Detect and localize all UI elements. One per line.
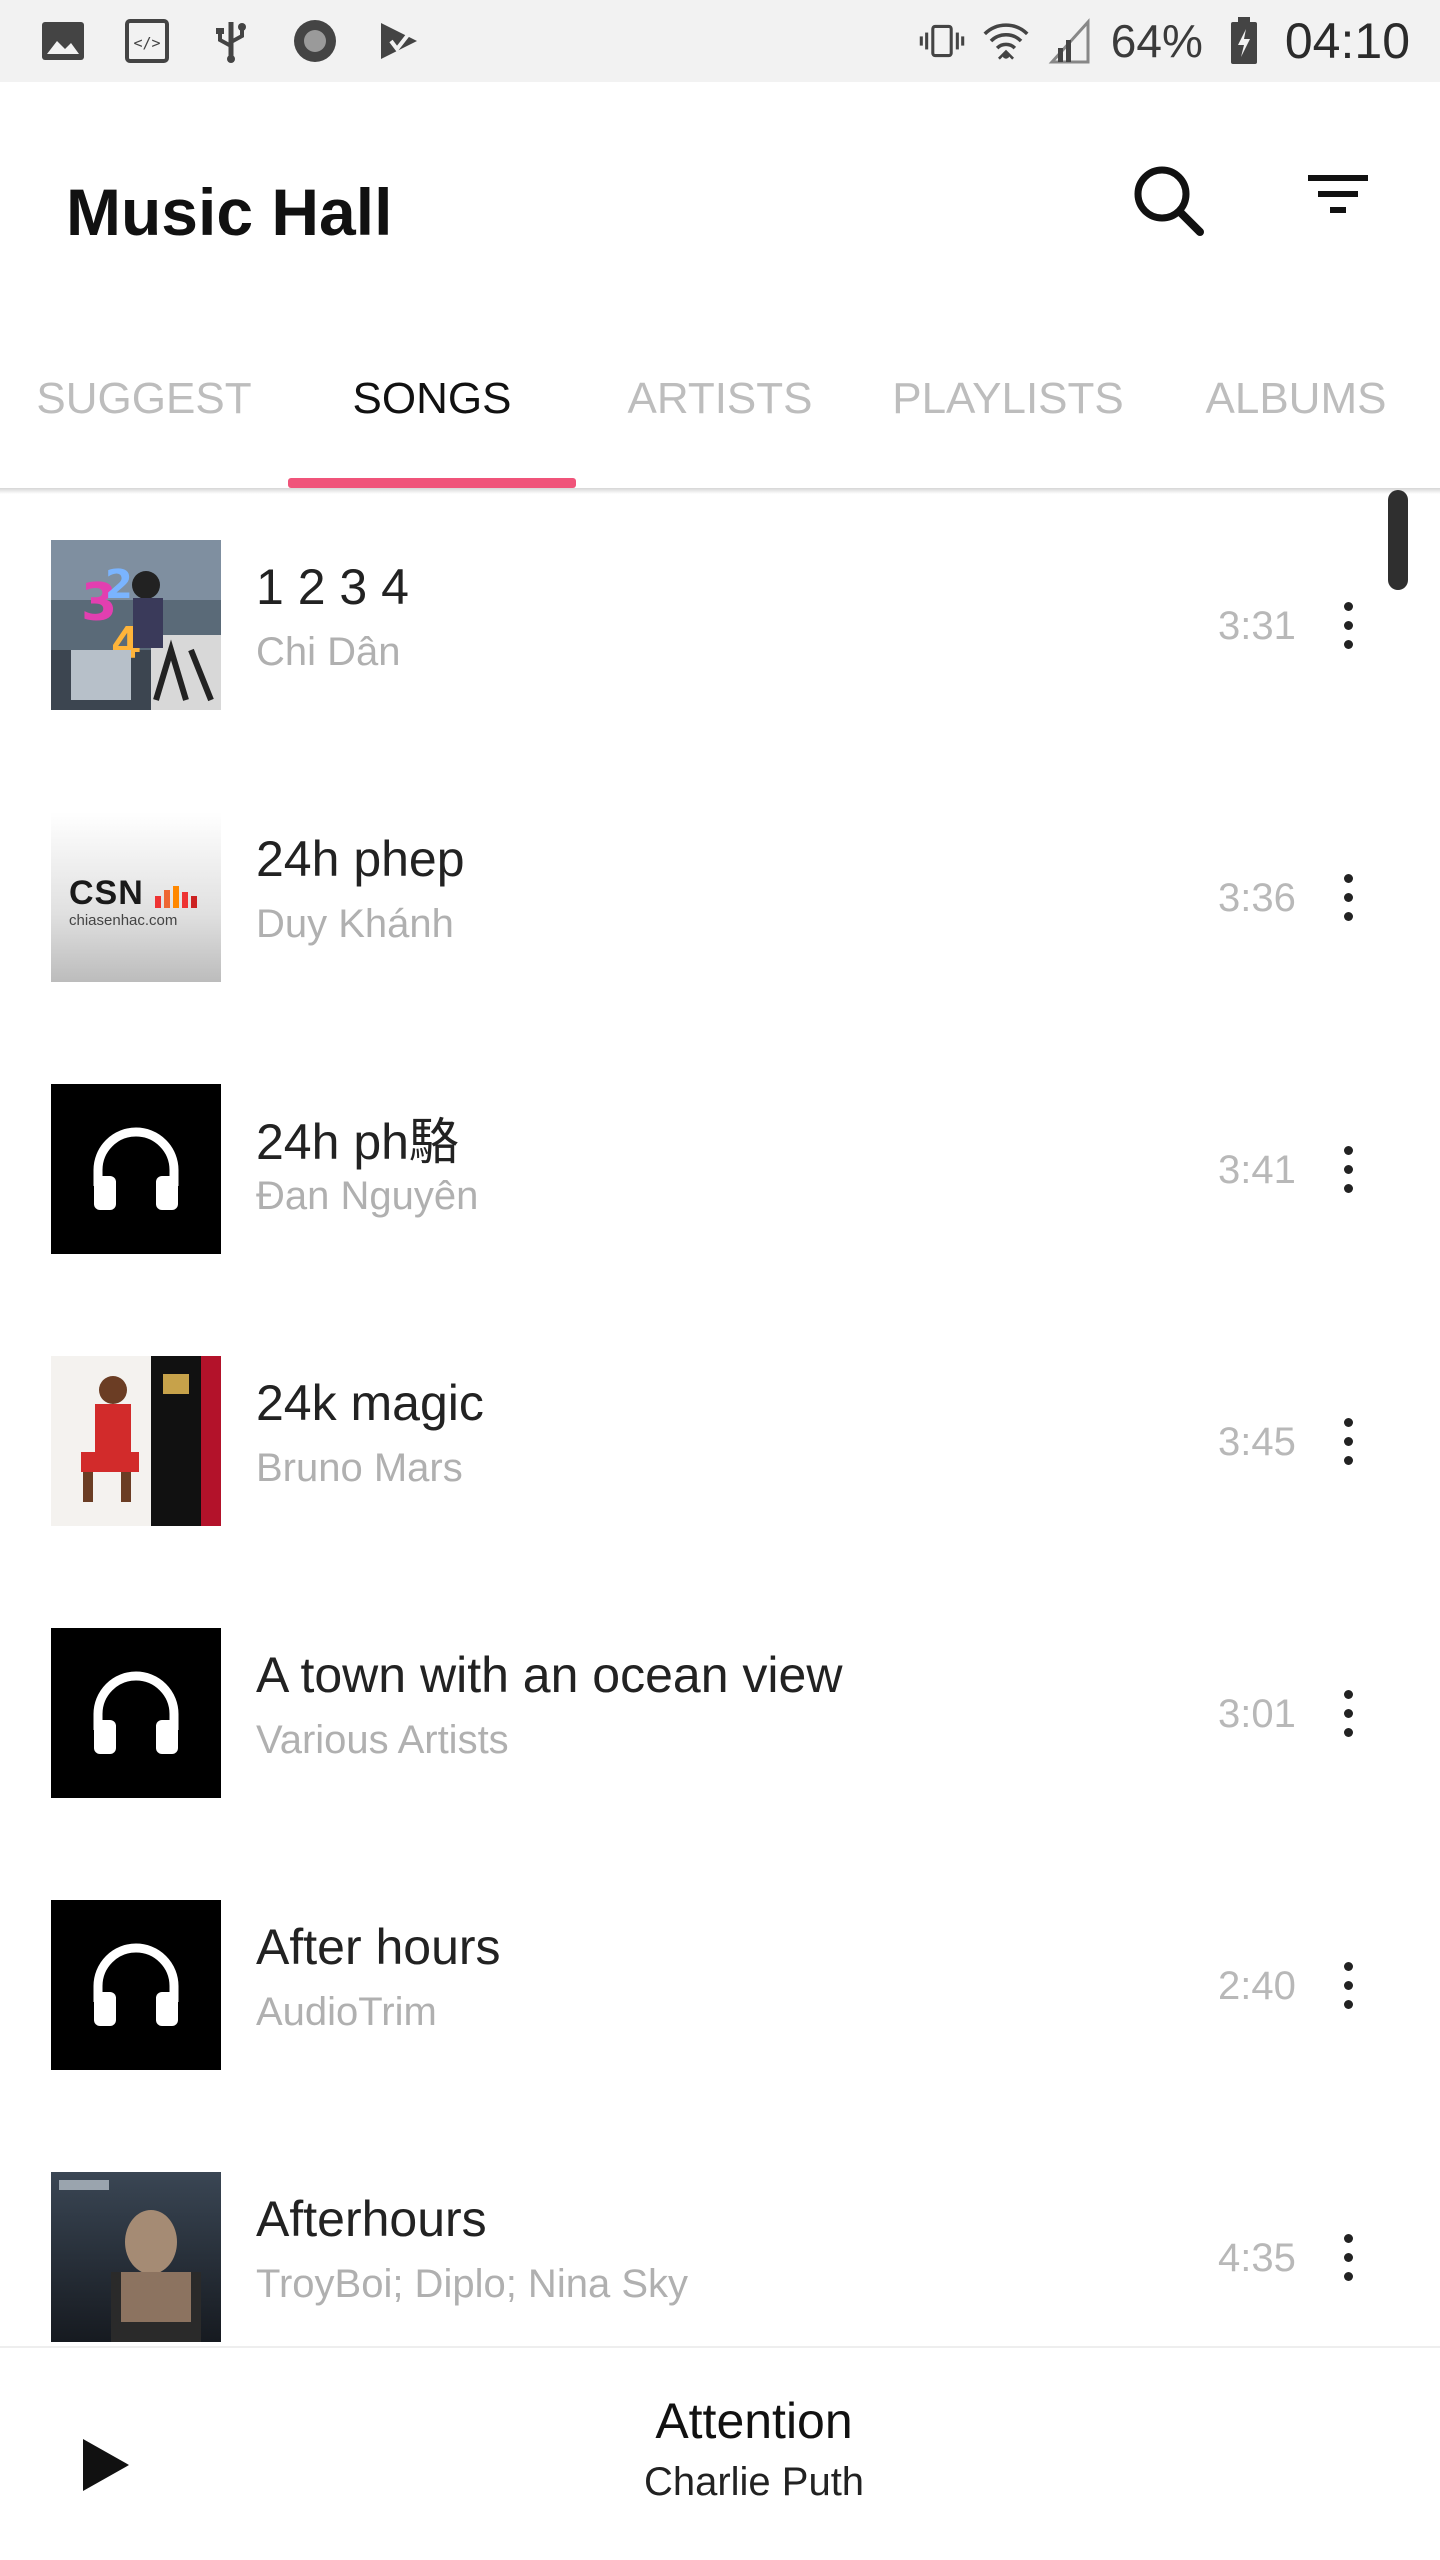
more-options-button[interactable] [1318, 1396, 1378, 1486]
signal-icon [1047, 18, 1093, 64]
headphones-icon [93, 1127, 179, 1210]
sort-button[interactable] [1288, 144, 1388, 244]
search-button[interactable] [1118, 150, 1218, 250]
status-bar: </> 64% 04:10 [0, 0, 1440, 82]
tab-label: SONGS [352, 374, 512, 423]
song-title: 24h phep [256, 831, 465, 887]
tab-label: SUGGEST [36, 374, 252, 423]
song-title: 1 2 3 4 [256, 559, 409, 615]
code-icon: </> [124, 18, 170, 64]
album-art [51, 1084, 221, 1254]
tab-bar: SUGGEST SONGS ARTISTS PLAYLISTS ALBUMS [0, 340, 1440, 490]
tab-playlists[interactable]: PLAYLISTS [864, 340, 1152, 490]
song-duration: 3:36 [1218, 876, 1296, 920]
usb-icon [208, 18, 254, 64]
song-duration: 3:31 [1218, 604, 1296, 648]
song-duration: 3:45 [1218, 1420, 1296, 1464]
song-artist: AudioTrim [256, 1990, 437, 2034]
album-art: CSN chiasenhac.com [51, 812, 221, 982]
headphones-icon [93, 1943, 179, 2026]
album-art [51, 2172, 221, 2342]
active-tab-indicator [288, 478, 576, 488]
album-art [51, 1900, 221, 2070]
tab-label: ARTISTS [627, 374, 813, 423]
album-art: 3 2 4 [51, 540, 221, 710]
song-title: 24k magic [256, 1375, 484, 1431]
more-options-button[interactable] [1318, 1124, 1378, 1214]
song-title: A town with an ocean view [256, 1647, 843, 1703]
more-options-button[interactable] [1318, 2212, 1378, 2302]
album-art [51, 1356, 221, 1526]
song-list[interactable]: 3 2 4 1 2 3 4 Chi Dân 3:31 CSN chiasenha… [0, 494, 1440, 2346]
song-row[interactable]: A town with an ocean view Various Artist… [0, 1582, 1440, 1854]
battery-icon [1221, 17, 1267, 64]
now-playing-title: Attention [655, 2393, 853, 2449]
song-artist: Chi Dân [256, 630, 401, 674]
more-options-button[interactable] [1318, 852, 1378, 942]
song-artist: TroyBoi; Diplo; Nina Sky [256, 2262, 688, 2306]
song-duration: 2:40 [1218, 1964, 1296, 2008]
circle-icon [292, 18, 338, 64]
clock: 04:10 [1284, 13, 1410, 69]
song-title: Afterhours [256, 2191, 487, 2247]
song-row[interactable]: CSN chiasenhac.com 24h phep Duy Khánh 3:… [0, 766, 1440, 1038]
search-icon [1134, 166, 1204, 236]
vibrate-icon [919, 18, 965, 64]
scrollbar[interactable] [1388, 490, 1408, 590]
song-duration: 3:41 [1218, 1148, 1296, 1192]
song-artist: Bruno Mars [256, 1446, 463, 1490]
tab-suggest[interactable]: SUGGEST [0, 340, 288, 490]
now-playing-artist: Charlie Puth [643, 2460, 865, 2504]
svg-text:</>: </> [133, 34, 160, 52]
song-row[interactable]: Afterhours TroyBoi; Diplo; Nina Sky 4:35 [0, 2126, 1440, 2346]
image-icon [40, 18, 86, 64]
more-options-button[interactable] [1318, 1940, 1378, 2030]
wifi-icon [983, 18, 1029, 64]
battery-percent: 64% [1110, 15, 1203, 67]
song-artist: Various Artists [256, 1718, 509, 1762]
csn-logo: CSN [69, 874, 144, 912]
tab-label: PLAYLISTS [892, 374, 1124, 423]
song-row[interactable]: 24h ph駱 Đan Nguyên 3:41 [0, 1038, 1440, 1310]
csn-caption: chiasenhac.com [69, 912, 178, 929]
tab-label: ALBUMS [1205, 374, 1387, 423]
app-bar: Music Hall [0, 82, 1440, 292]
song-artist: Duy Khánh [256, 902, 454, 946]
song-row[interactable]: After hours AudioTrim 2:40 [0, 1854, 1440, 2126]
play-store-icon [376, 18, 422, 64]
more-options-button[interactable] [1318, 1668, 1378, 1758]
more-options-button[interactable] [1318, 580, 1378, 670]
svg-text:2: 2 [105, 562, 133, 608]
song-duration: 3:01 [1218, 1692, 1296, 1736]
song-duration: 4:35 [1218, 2236, 1296, 2280]
tab-albums[interactable]: ALBUMS [1152, 340, 1440, 490]
sort-icon [1308, 175, 1368, 213]
song-row[interactable]: 24k magic Bruno Mars 3:45 [0, 1310, 1440, 1582]
tab-songs[interactable]: SONGS [288, 340, 576, 490]
page-title: Music Hall [66, 175, 393, 249]
album-art [51, 1628, 221, 1798]
song-title: After hours [256, 1919, 501, 1975]
headphones-icon [93, 1671, 179, 1754]
song-row[interactable]: 3 2 4 1 2 3 4 Chi Dân 3:31 [0, 494, 1440, 766]
song-title: 24h ph駱 [256, 1114, 459, 1170]
tab-artists[interactable]: ARTISTS [576, 340, 864, 490]
song-artist: Đan Nguyên [256, 1174, 479, 1218]
now-playing-bar[interactable]: Attention Charlie Puth [0, 2346, 1440, 2560]
